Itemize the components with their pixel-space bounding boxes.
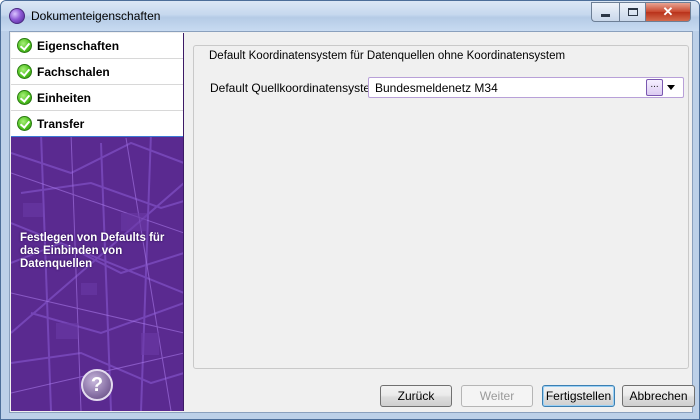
- dialog-client-area: Eigenschaften Fachschalen Einheiten Tran…: [9, 31, 695, 413]
- next-button[interactable]: Weiter: [461, 385, 533, 407]
- sidebar-item-fachschalen[interactable]: Fachschalen: [11, 59, 183, 85]
- sidebar-item-label: Transfer: [37, 116, 85, 131]
- coordinate-system-group: Default Koordinatensystem für Datenquell…: [193, 45, 689, 369]
- cancel-button[interactable]: Abbrechen: [622, 385, 695, 407]
- purple-orb-icon: [9, 8, 25, 24]
- source-crs-label: Default Quellkoordinatensystem: [210, 81, 381, 95]
- group-title: Default Koordinatensystem für Datenquell…: [206, 50, 569, 62]
- check-icon: [17, 90, 32, 105]
- source-crs-value: Bundesmeldenetz M34: [375, 81, 498, 95]
- dialog-window: Dokumenteigenschaften ✕ Eigenschaften Fa…: [0, 0, 700, 420]
- help-icon: ?: [90, 373, 104, 396]
- maximize-icon: [627, 8, 638, 16]
- help-button[interactable]: ?: [81, 369, 113, 401]
- back-button[interactable]: Zurück: [380, 385, 452, 407]
- maximize-button[interactable]: [619, 2, 645, 22]
- step-description: Festlegen von Defaults für das Einbinden…: [20, 232, 165, 270]
- check-icon: [17, 38, 32, 53]
- wizard-content: Default Koordinatensystem für Datenquell…: [187, 33, 695, 411]
- window-title: Dokumenteigenschaften: [31, 9, 161, 23]
- check-icon: [17, 116, 32, 131]
- sidebar-item-eigenschaften[interactable]: Eigenschaften: [11, 33, 183, 59]
- sidebar-item-label: Eigenschaften: [37, 38, 120, 53]
- wizard-sidebar: Eigenschaften Fachschalen Einheiten Tran…: [11, 33, 184, 411]
- browse-button[interactable]: ...: [646, 79, 663, 96]
- sidebar-item-label: Fachschalen: [37, 64, 110, 79]
- minimize-icon: [601, 14, 610, 17]
- sidebar-item-transfer[interactable]: Transfer: [11, 111, 183, 137]
- close-icon: ✕: [662, 4, 674, 19]
- title-bar[interactable]: Dokumenteigenschaften ✕: [1, 1, 699, 31]
- source-crs-combobox[interactable]: Bundesmeldenetz M34 ...: [368, 77, 684, 98]
- close-button[interactable]: ✕: [645, 2, 691, 22]
- wizard-step-list: Eigenschaften Fachschalen Einheiten Tran…: [11, 33, 183, 137]
- sidebar-item-label: Einheiten: [37, 90, 92, 105]
- minimize-button[interactable]: [591, 2, 619, 22]
- chevron-down-icon[interactable]: [667, 85, 675, 90]
- check-icon: [17, 64, 32, 79]
- finish-button[interactable]: Fertigstellen: [542, 385, 615, 407]
- sidebar-item-einheiten[interactable]: Einheiten: [11, 85, 183, 111]
